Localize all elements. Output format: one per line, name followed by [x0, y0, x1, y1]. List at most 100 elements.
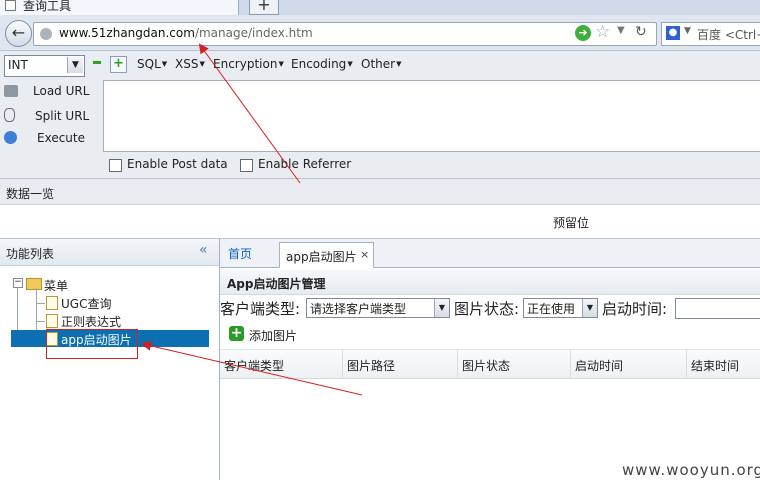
client-type-value: 请选择客户端类型 — [310, 302, 407, 316]
load-url-icon — [4, 85, 18, 97]
column-image-path[interactable]: 图片路径 — [347, 357, 395, 374]
decrease-button[interactable] — [93, 61, 101, 64]
split-url-label: Split URL — [35, 109, 90, 123]
column-start-time[interactable]: 启动时间 — [575, 357, 623, 374]
column-image-status[interactable]: 图片状态 — [462, 357, 510, 374]
column-end-time[interactable]: 结束时间 — [691, 357, 739, 374]
column-client-type[interactable]: 客户端类型 — [224, 357, 284, 374]
increase-button[interactable]: + — [110, 56, 127, 73]
panel-title-bar: App启动图片管理 — [220, 270, 760, 295]
post-data-label: Enable Post data — [127, 157, 228, 171]
function-list-title: 功能列表 — [6, 247, 55, 261]
client-type-select[interactable]: 请选择客户端类型 ▼ — [306, 298, 450, 318]
menu-encryption-label: Encryption — [213, 57, 278, 71]
column-divider — [457, 350, 458, 378]
close-icon[interactable]: × — [360, 248, 369, 261]
tab-app-splash-label: app启动图片 — [286, 250, 357, 264]
int-select-value: INT — [8, 58, 28, 72]
data-overview-title: 数据一览 — [6, 187, 55, 201]
bookmark-star-icon[interactable]: ☆ — [595, 22, 610, 42]
post-data-checkbox[interactable] — [109, 159, 122, 172]
column-divider — [686, 350, 687, 378]
caret-down-icon: ▼ — [396, 60, 402, 68]
search-bar[interactable]: ● ▼ 百度 <Ctrl+ — [661, 22, 760, 46]
history-dropdown-icon[interactable]: ▼ — [617, 25, 625, 36]
menu-sql[interactable]: SQL▼ — [137, 57, 167, 71]
menu-other-label: Other — [361, 57, 396, 71]
function-list-panel: 功能列表 « − 菜单 UGC查询 正则表达式 app启动图片 — [0, 239, 220, 480]
panel-title: App启动图片管理 — [227, 277, 326, 291]
go-arrow-icon[interactable]: ➜ — [575, 25, 591, 41]
tree-line — [36, 321, 45, 322]
play-icon — [4, 131, 17, 144]
image-status-label: 图片状态: — [454, 300, 520, 318]
globe-icon — [40, 28, 52, 40]
reload-icon[interactable]: ↻ — [635, 24, 647, 40]
navigation-bar: ← www.51zhangdan.com/manage/index.htm ➜ … — [0, 15, 760, 51]
caret-down-icon: ▼ — [278, 60, 284, 68]
column-divider — [342, 350, 343, 378]
content-panel: 首页 app启动图片 × App启动图片管理 客户端类型: 请选择客户端类型 ▼… — [220, 239, 760, 480]
load-url-button[interactable]: Load URL — [4, 84, 89, 98]
browser-tab[interactable]: 查询工具 — [0, 0, 239, 15]
watermark: www.wooyun.org — [622, 461, 760, 479]
menu-other[interactable]: Other▼ — [361, 57, 401, 71]
url-host: www.51zhangdan.com — [59, 26, 195, 40]
tree-item-regex[interactable]: 正则表达式 — [61, 313, 121, 330]
add-icon: + — [229, 325, 244, 341]
tab-app-splash[interactable]: app启动图片 × — [279, 242, 374, 268]
new-tab-button[interactable]: + — [249, 0, 279, 15]
menu-sql-label: SQL — [137, 57, 161, 71]
browser-tab-strip: 查询工具 + — [0, 0, 760, 15]
collapse-icon[interactable]: « — [199, 242, 208, 258]
menu-encoding[interactable]: Encoding▼ — [291, 57, 353, 71]
chevron-down-icon[interactable]: ▼ — [67, 57, 83, 73]
tree-root-menu[interactable]: 菜单 — [44, 277, 68, 294]
data-overview-header: 数据一览 — [0, 179, 760, 205]
load-url-label: Load URL — [33, 84, 90, 98]
image-status-value: 正在使用 — [527, 302, 576, 316]
tab-icon — [5, 0, 16, 11]
function-list-header: 功能列表 « — [0, 239, 219, 266]
chevron-down-icon: ▼ — [434, 299, 449, 317]
execute-label: Execute — [37, 131, 85, 145]
scissors-icon — [4, 108, 15, 122]
menu-encoding-label: Encoding — [291, 57, 347, 71]
column-divider — [570, 350, 571, 378]
annotation-highlight-box — [46, 329, 138, 359]
caret-down-icon: ▼ — [347, 60, 353, 68]
url-text[interactable]: www.51zhangdan.com/manage/index.htm — [59, 26, 313, 40]
tree-item-ugc[interactable]: UGC查询 — [61, 295, 111, 312]
url-path: /manage/index.htm — [194, 26, 313, 40]
tree-line — [36, 303, 45, 304]
start-time-label: 启动时间: — [602, 300, 668, 318]
address-bar[interactable]: www.51zhangdan.com/manage/index.htm ➜ ☆ … — [33, 22, 657, 46]
menu-xss-label: XSS — [175, 57, 199, 71]
tab-home[interactable]: 首页 — [228, 245, 268, 267]
search-engine-dropdown-icon[interactable]: ▼ — [684, 26, 691, 36]
menu-encryption[interactable]: Encryption▼ — [213, 57, 284, 71]
folder-icon — [26, 278, 42, 290]
menu-xss[interactable]: XSS▼ — [175, 57, 205, 71]
start-time-input[interactable] — [675, 298, 760, 319]
url-textarea[interactable] — [103, 80, 760, 152]
table-header: 客户端类型 图片路径 图片状态 启动时间 结束时间 — [220, 349, 760, 379]
baidu-paw-icon[interactable]: ● — [666, 26, 680, 40]
chevron-down-icon: ▼ — [582, 299, 597, 317]
search-engine-name: 百度 — [697, 28, 722, 42]
int-select[interactable]: INT ▼ — [4, 55, 85, 77]
tree-toggle-icon[interactable]: − — [13, 278, 23, 288]
document-icon — [46, 314, 58, 328]
split-url-button[interactable]: Split URL — [4, 108, 89, 123]
client-type-label: 客户端类型: — [220, 300, 301, 318]
hackbar-panel: INT ▼ + SQL▼ XSS▼ Encryption▼ Encoding▼ … — [0, 51, 760, 179]
document-icon — [46, 296, 58, 310]
browser-tab-title: 查询工具 — [23, 0, 72, 13]
referrer-checkbox[interactable] — [240, 159, 253, 172]
search-shortcut-hint: <Ctrl+ — [724, 28, 760, 42]
caret-down-icon: ▼ — [161, 60, 168, 68]
back-button[interactable]: ← — [5, 20, 32, 47]
execute-button[interactable]: Execute — [4, 131, 85, 145]
image-status-select[interactable]: 正在使用 ▼ — [523, 298, 598, 318]
content-tabs: 首页 app启动图片 × — [220, 239, 760, 268]
